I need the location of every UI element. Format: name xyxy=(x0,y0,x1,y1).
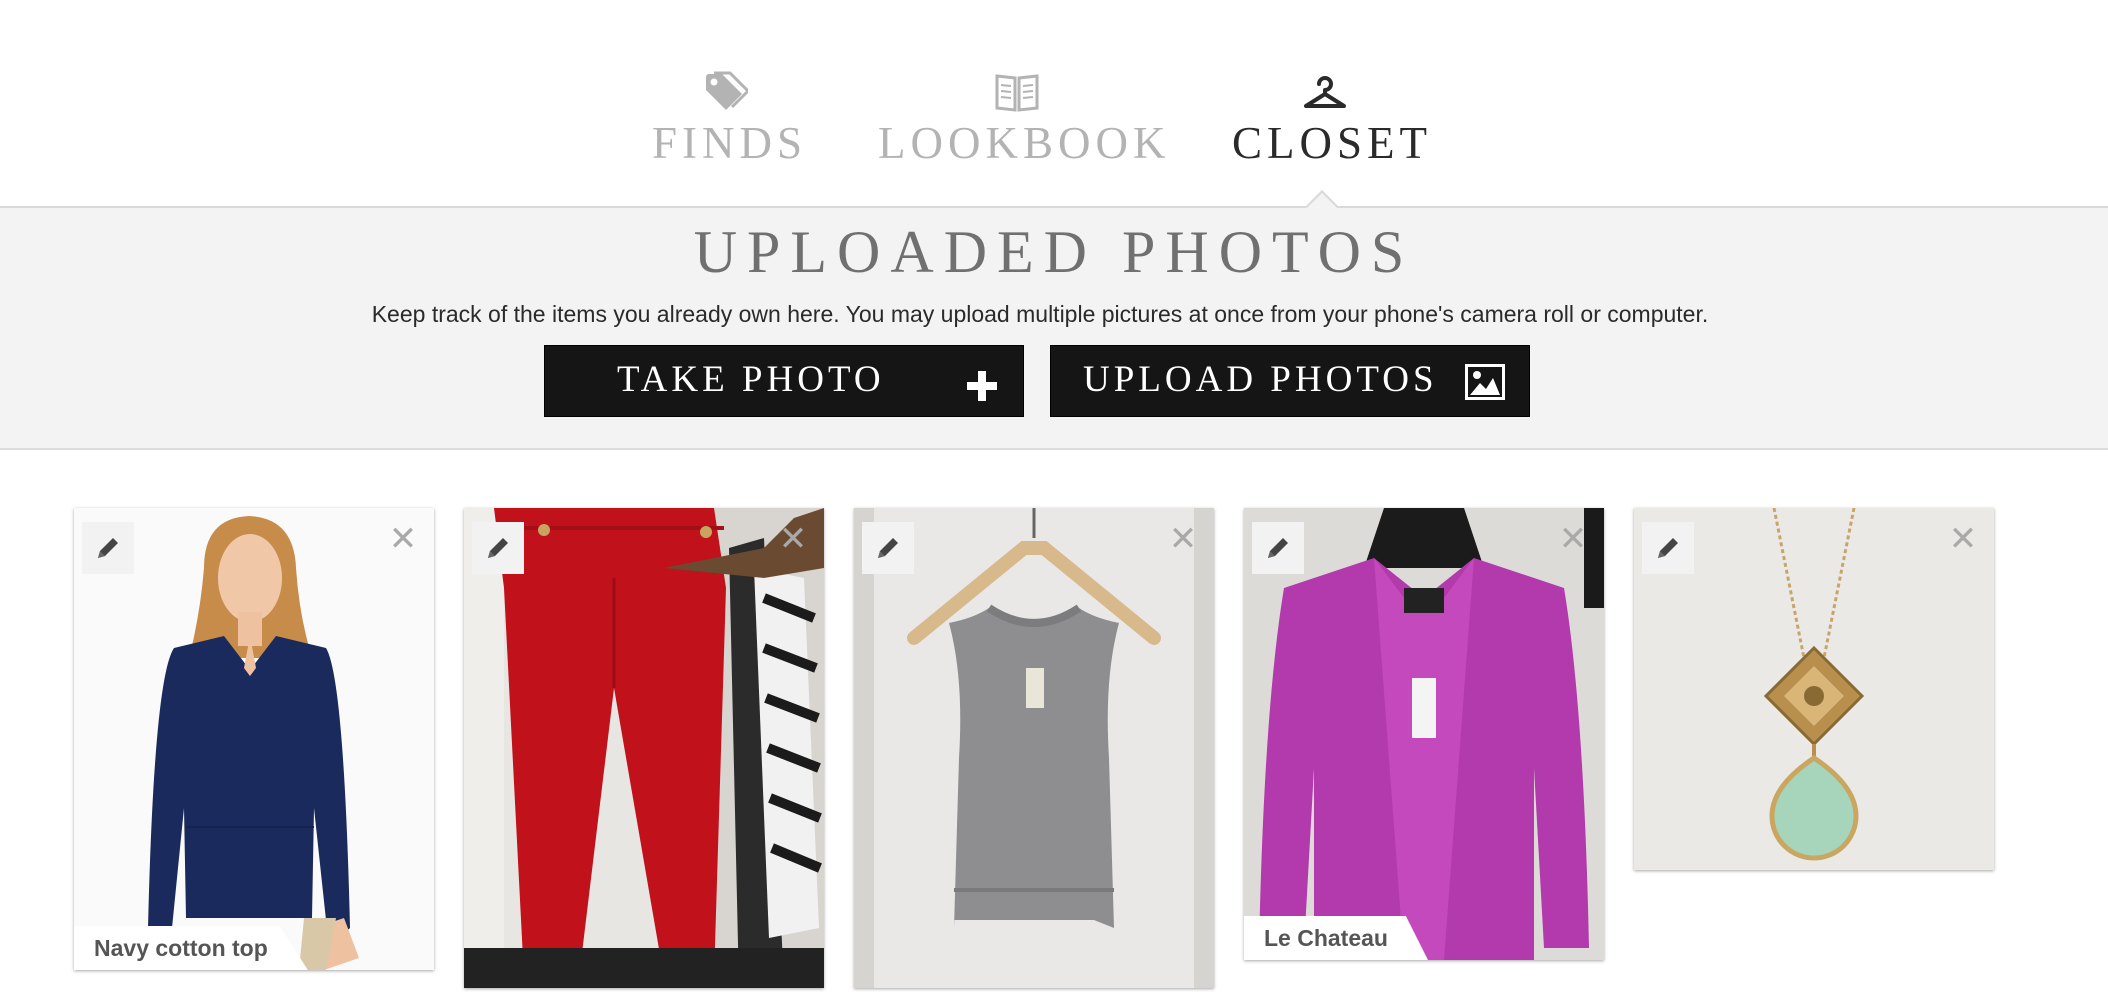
pencil-icon xyxy=(1658,538,1678,558)
edit-item-button[interactable] xyxy=(862,522,914,574)
tag-icon xyxy=(652,70,798,116)
page-description: Keep track of the items you already own … xyxy=(371,301,1709,327)
closet-item-card[interactable]: ✕ xyxy=(854,508,1214,988)
tab-closet[interactable]: CLOSET xyxy=(1232,70,1433,168)
upload-photos-label: UPLOAD PHOTOS xyxy=(1083,359,1438,400)
tab-finds[interactable]: FINDS xyxy=(652,70,808,168)
remove-item-button[interactable]: ✕ xyxy=(778,522,808,556)
edit-item-button[interactable] xyxy=(472,522,524,574)
tab-closet-label: CLOSET xyxy=(1232,118,1433,168)
upload-photos-button[interactable]: UPLOAD PHOTOS xyxy=(1050,345,1530,417)
edit-item-button[interactable] xyxy=(82,522,134,574)
closet-item-card[interactable]: ✕ Navy cotton top xyxy=(74,508,434,970)
item-photo xyxy=(1244,508,1604,960)
hanger-icon xyxy=(1232,70,1418,116)
pencil-icon xyxy=(878,538,898,558)
remove-item-button[interactable]: ✕ xyxy=(1948,522,1978,556)
plus-icon xyxy=(967,368,997,411)
pencil-icon xyxy=(1268,538,1288,558)
tab-lookbook[interactable]: LOOKBOOK xyxy=(878,70,1171,168)
page-title: UPLOADED PHOTOS xyxy=(693,219,1415,285)
item-label: Navy cotton top xyxy=(74,926,308,970)
book-icon xyxy=(878,70,1156,116)
pencil-icon xyxy=(488,538,508,558)
remove-item-button[interactable]: ✕ xyxy=(1168,522,1198,556)
edit-item-button[interactable] xyxy=(1642,522,1694,574)
item-photo xyxy=(464,508,824,988)
closet-item-card[interactable]: ✕ xyxy=(1634,508,1994,870)
remove-item-button[interactable]: ✕ xyxy=(1558,522,1588,556)
pencil-icon xyxy=(98,538,118,558)
item-label: Le Chateau xyxy=(1244,916,1428,960)
take-photo-label: TAKE PHOTO xyxy=(617,359,885,400)
item-photo xyxy=(854,508,1214,988)
remove-item-button[interactable]: ✕ xyxy=(388,522,418,556)
edit-item-button[interactable] xyxy=(1252,522,1304,574)
take-photo-button[interactable]: TAKE PHOTO xyxy=(544,345,1024,417)
tab-lookbook-label: LOOKBOOK xyxy=(878,118,1171,168)
closet-item-card[interactable]: ✕ xyxy=(464,508,824,988)
top-navigation: FINDS LOOKBOOK CLOSET xyxy=(0,0,2108,206)
item-photo xyxy=(74,508,434,970)
image-icon xyxy=(1465,364,1505,410)
tab-finds-label: FINDS xyxy=(652,118,808,168)
closet-item-card[interactable]: ✕ Le Chateau xyxy=(1244,508,1604,960)
